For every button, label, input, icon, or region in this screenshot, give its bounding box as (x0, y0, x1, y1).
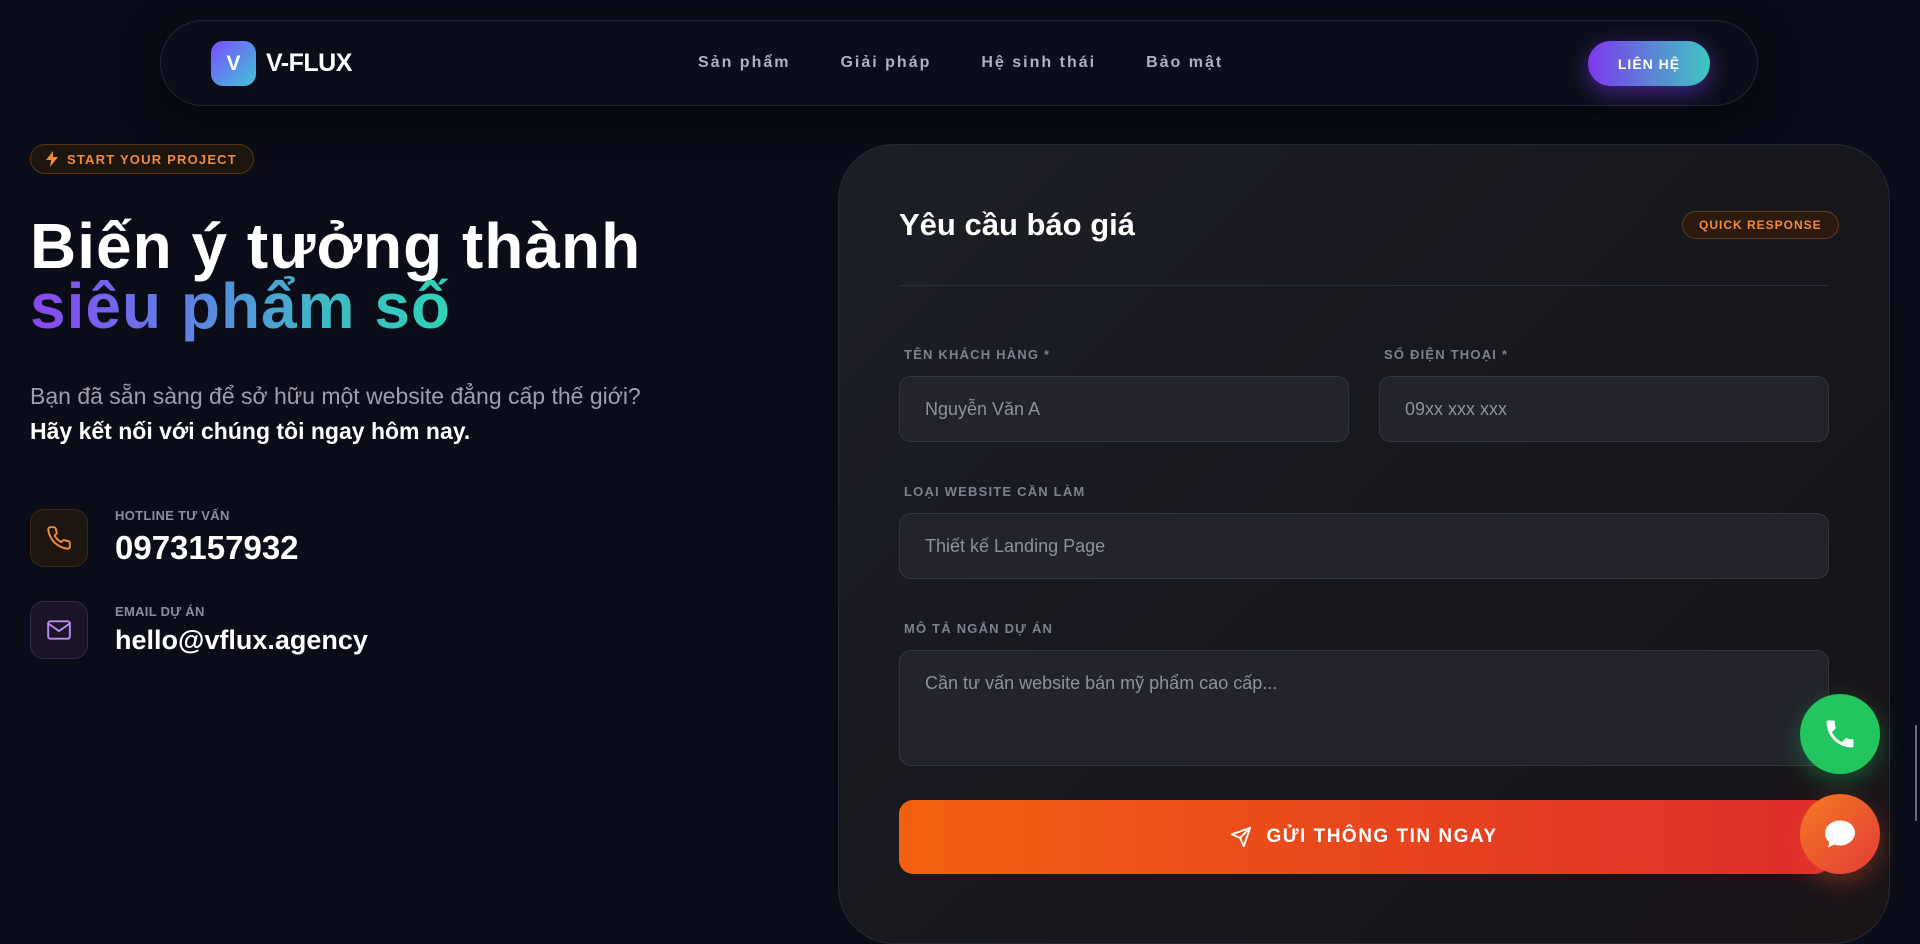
website-type-label: LOẠI WEBSITE CẦN LÀM (904, 484, 1086, 499)
hero-intro-strong: Hãy kết nối với chúng tôi ngay hôm nay. (30, 418, 471, 444)
chat-bubble-icon (1825, 820, 1855, 848)
description-label: MÔ TẢ NGẮN DỰ ÁN (904, 621, 1054, 636)
mail-icon (30, 601, 88, 659)
scrollbar-thumb[interactable] (1915, 725, 1917, 821)
floating-call-button[interactable] (1800, 694, 1880, 774)
email-label: EMAIL DỰ ÁN (115, 604, 205, 619)
submit-label: GỬI THÔNG TIN NGAY (1266, 826, 1498, 847)
start-project-badge: START YOUR PROJECT (30, 144, 254, 174)
name-input[interactable]: Nguyễn Văn A (899, 376, 1349, 442)
contact-button[interactable]: LIÊN HỆ (1588, 41, 1710, 86)
phone-label: SỐ ĐIỆN THOẠI * (1384, 347, 1509, 362)
hotline-value[interactable]: 0973157932 (115, 529, 299, 567)
logo[interactable]: V V-FLUX (211, 41, 352, 86)
form-title: Yêu cầu báo giá (899, 207, 1136, 242)
nav-link-products[interactable]: Sản phẩm (698, 54, 790, 72)
nav-link-ecosystem[interactable]: Hệ sinh thái (981, 54, 1096, 72)
nav-links: Sản phẩm Giải pháp Hệ sinh thái Bảo mật (698, 54, 1273, 72)
send-icon (1231, 826, 1252, 848)
logo-mark: V (211, 41, 256, 86)
quote-request-card: Yêu cầu báo giá QUICK RESPONSE TÊN KHÁCH… (838, 144, 1890, 944)
phone-icon (1826, 720, 1854, 748)
hero-title-line2: siêu phẩm số (30, 270, 451, 342)
quick-response-badge: QUICK RESPONSE (1682, 211, 1839, 239)
badge-text: START YOUR PROJECT (67, 151, 237, 167)
logo-text: V-FLUX (266, 49, 352, 77)
top-navbar: V V-FLUX Sản phẩm Giải pháp Hệ sinh thái… (160, 20, 1758, 106)
hotline-contact[interactable]: HOTLINE TƯ VẤN 0973157932 (30, 508, 299, 567)
phone-icon (30, 508, 88, 567)
card-divider (899, 285, 1829, 286)
email-contact[interactable]: EMAIL DỰ ÁN hello@vflux.agency (30, 601, 368, 659)
lightning-icon (46, 151, 58, 167)
name-label: TÊN KHÁCH HÀNG * (904, 347, 1051, 362)
phone-input[interactable]: 09xx xxx xxx (1379, 376, 1829, 442)
email-value[interactable]: hello@vflux.agency (115, 625, 368, 656)
description-textarea[interactable]: Cần tư vấn website bán mỹ phẩm cao cấp..… (899, 650, 1829, 766)
floating-chat-button[interactable] (1800, 794, 1880, 874)
submit-button[interactable]: GỬI THÔNG TIN NGAY (899, 800, 1829, 874)
hotline-label: HOTLINE TƯ VẤN (115, 508, 230, 523)
hero-intro: Bạn đã sẵn sàng để sở hữu một website đẳ… (30, 383, 641, 409)
nav-link-security[interactable]: Bảo mật (1146, 54, 1223, 72)
website-type-select[interactable]: Thiết kế Landing Page (899, 513, 1829, 579)
nav-link-solutions[interactable]: Giải pháp (840, 54, 931, 72)
